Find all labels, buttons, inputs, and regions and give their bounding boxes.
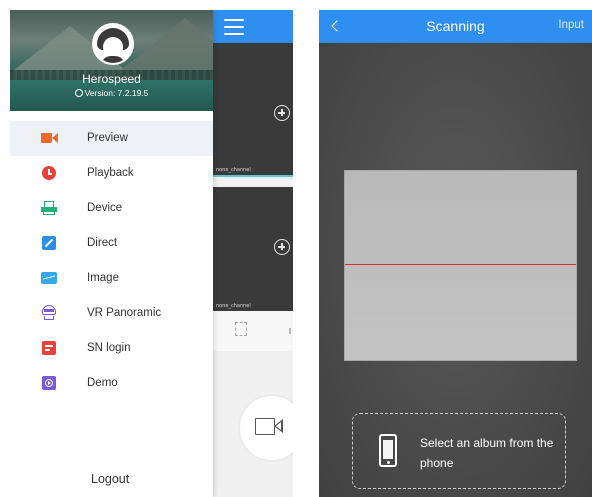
- preview-controls: [213, 351, 293, 497]
- camera-tile-2[interactable]: none_channel: [213, 187, 293, 311]
- vr-panoramic-icon: [41, 305, 57, 321]
- device-printer-icon: [41, 200, 57, 216]
- avatar[interactable]: [92, 23, 134, 65]
- phone-icon: [379, 434, 397, 467]
- menu-item-vr-panoramic[interactable]: VR Panoramic: [10, 296, 213, 331]
- select-album-button[interactable]: Select an album from the phone: [352, 413, 566, 489]
- split-screen-icon[interactable]: [235, 322, 247, 336]
- menu-item-label: Image: [87, 272, 119, 284]
- menu-item-label: Device: [87, 202, 123, 214]
- drawer-menu: Preview Playback Device Direct Image VR …: [10, 121, 213, 401]
- menu-item-playback[interactable]: Playback: [10, 156, 213, 191]
- menu-item-preview[interactable]: Preview: [10, 121, 213, 156]
- menu-item-sn-login[interactable]: SN login: [10, 331, 213, 366]
- image-icon: [41, 270, 57, 286]
- input-button[interactable]: Input: [558, 19, 584, 31]
- left-phone-screen: none_channel none_channel Herospeed Vers…: [10, 10, 293, 497]
- select-album-label: Select an album from the phone: [420, 436, 554, 470]
- direct-link-icon: [41, 235, 57, 251]
- drawer-header: Herospeed Version: 7.2.19.5: [10, 10, 213, 111]
- sn-login-icon: [41, 340, 57, 356]
- menu-item-label: SN login: [87, 342, 131, 354]
- right-phone-screen: Scanning Input Select an album from the …: [319, 10, 592, 497]
- playback-clock-icon: [41, 165, 57, 181]
- add-camera-icon[interactable]: [274, 105, 290, 121]
- preview-toolbar: [213, 311, 293, 351]
- camera-tile-label: none_channel: [216, 303, 251, 309]
- menu-item-image[interactable]: Image: [10, 261, 213, 296]
- app-version: Version: 7.2.19.5: [10, 88, 213, 98]
- preview-main-area: none_channel none_channel: [213, 10, 293, 497]
- camera-tile-label: none_channel: [216, 167, 251, 173]
- demo-icon: [41, 375, 57, 391]
- menu-item-device[interactable]: Device: [10, 191, 213, 226]
- menu-item-demo[interactable]: Demo: [10, 366, 213, 401]
- menu-item-label: Preview: [87, 132, 128, 144]
- menu-item-label: VR Panoramic: [87, 307, 162, 319]
- menu-item-label: Direct: [87, 237, 118, 249]
- version-text: Version: 7.2.19.5: [84, 88, 149, 98]
- menu-item-label: Demo: [87, 377, 118, 389]
- version-logo-icon: [74, 89, 83, 97]
- logout-button[interactable]: Logout: [91, 472, 129, 486]
- menu-item-label: Playback: [87, 167, 134, 179]
- menu-item-direct[interactable]: Direct: [10, 226, 213, 261]
- record-button[interactable]: [240, 396, 293, 460]
- user-name: Herospeed: [82, 72, 141, 86]
- add-camera-icon[interactable]: [274, 239, 290, 255]
- preview-camera-icon: [41, 130, 58, 146]
- side-drawer: Herospeed Version: 7.2.19.5 Preview Play…: [10, 10, 213, 497]
- menu-hamburger-icon[interactable]: [224, 19, 244, 35]
- qr-scan-frame: [344, 170, 577, 361]
- toolbar-more-icon[interactable]: [289, 328, 291, 334]
- scan-line: [345, 264, 576, 265]
- preview-header: [213, 10, 293, 43]
- page-title: Scanning: [426, 18, 485, 34]
- camera-tile-1[interactable]: none_channel: [213, 43, 293, 177]
- scanning-header: Scanning Input: [319, 10, 592, 43]
- video-camera-icon: [255, 418, 275, 435]
